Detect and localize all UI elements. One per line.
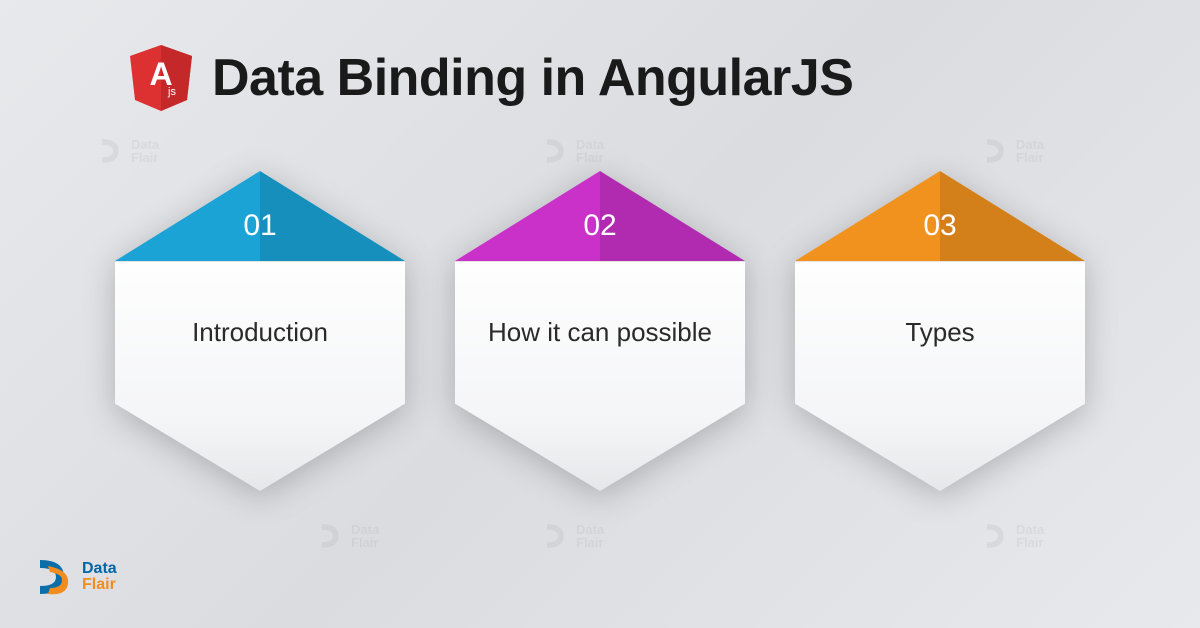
page-title: Data Binding in AngularJS [212, 48, 853, 108]
brand-word-bottom: Flair [82, 577, 117, 593]
hex-card-label: How it can possible [468, 316, 732, 350]
hex-card-number: 02 [583, 209, 616, 243]
hex-card-number: 03 [923, 209, 956, 243]
watermark: DataFlair [540, 520, 604, 552]
hex-card-1: 01 Introduction [115, 171, 405, 491]
shield-sub: js [167, 86, 176, 98]
hex-card-top: 02 [455, 171, 745, 261]
hex-card-2: 02 How it can possible [455, 171, 745, 491]
footer-brand-text: Data Flair [82, 561, 117, 593]
hex-card-label: Introduction [172, 316, 348, 350]
dataflair-logo-icon [30, 554, 76, 600]
hex-card-top: 03 [795, 171, 1085, 261]
header: A js Data Binding in AngularJS [0, 0, 1200, 111]
brand-word-top: Data [82, 561, 117, 577]
footer-brand-logo: Data Flair [30, 554, 117, 600]
hex-card-body: How it can possible [455, 261, 745, 491]
watermark: DataFlair [980, 520, 1044, 552]
hex-card-3: 03 Types [795, 171, 1085, 491]
hex-card-number: 01 [243, 209, 276, 243]
hex-card-body: Types [795, 261, 1085, 491]
watermark: DataFlair [540, 135, 604, 167]
watermark: DataFlair [315, 520, 379, 552]
cards-container: 01 Introduction 02 How it can possible 03 Typ… [0, 171, 1200, 491]
hex-card-body: Introduction [115, 261, 405, 491]
angularjs-shield-icon: A js [130, 45, 192, 111]
watermark: DataFlair [95, 135, 159, 167]
hex-card-label: Types [885, 316, 994, 350]
watermark: DataFlair [980, 135, 1044, 167]
hex-card-top: 01 [115, 171, 405, 261]
